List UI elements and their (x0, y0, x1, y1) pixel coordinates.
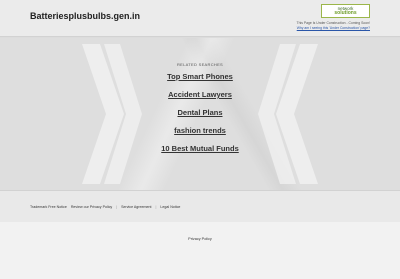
related-link-fashion-trends[interactable]: fashion trends (140, 126, 260, 144)
related-link-mutual-funds[interactable]: 10 Best Mutual Funds (140, 144, 260, 162)
logo-text-line2: solutions (334, 10, 357, 16)
related-link-top-smart-phones[interactable]: Top Smart Phones (140, 72, 260, 90)
related-searches-label: RELATED SEARCHES (176, 62, 224, 67)
footer-link-trademark[interactable]: Trademark Free Notice (30, 205, 67, 209)
under-construction-note: This Page Is Under Construction - Coming… (297, 21, 371, 30)
related-link-dental-plans[interactable]: Dental Plans (140, 108, 260, 126)
footer-separator: | (155, 205, 157, 209)
header-bar: Batteriesplusbulbs.gen.in network soluti… (0, 0, 400, 37)
related-link-accident-lawyers[interactable]: Accident Lawyers (140, 90, 260, 108)
related-links-list: Top Smart Phones Accident Lawyers Dental… (0, 72, 400, 162)
footer-separator: | (116, 205, 118, 209)
footer-links: Trademark Free Notice Review our Privacy… (30, 205, 183, 209)
footer-link-legal-notice[interactable]: Legal Notice (160, 205, 180, 209)
privacy-policy-link[interactable]: Privacy Policy (0, 237, 400, 241)
footer-bottom (0, 222, 400, 279)
footer-link-service-agreement[interactable]: Service Agreement (121, 205, 151, 209)
why-seeing-page-link[interactable]: Why am I seeing this 'Under Construction… (297, 26, 370, 30)
network-solutions-logo[interactable]: network solutions (321, 4, 370, 18)
footer-link-privacy[interactable]: Review our Privacy Policy (71, 205, 112, 209)
domain-title: Batteriesplusbulbs.gen.in (30, 11, 141, 21)
